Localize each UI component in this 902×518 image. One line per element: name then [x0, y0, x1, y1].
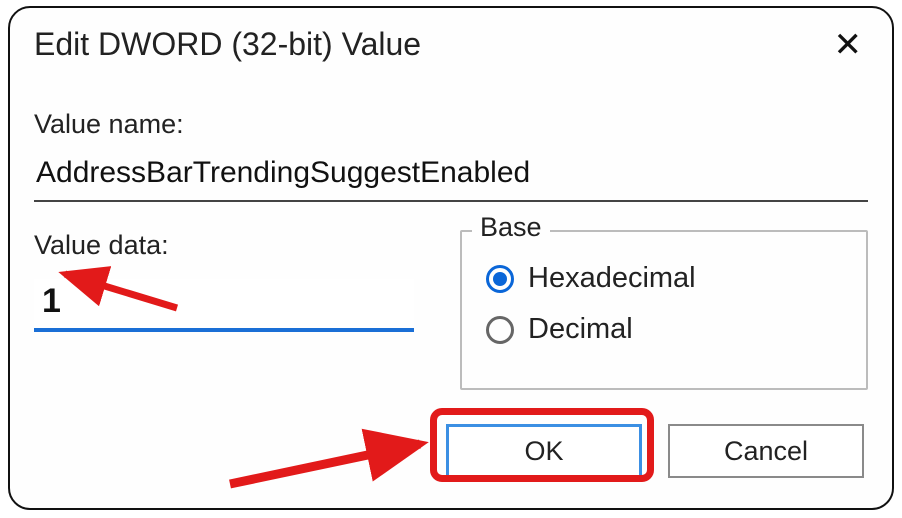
base-groupbox: Base Hexadecimal Decimal	[460, 230, 868, 390]
close-icon[interactable]: ✕	[834, 28, 869, 62]
value-name-field[interactable]: AddressBarTrendingSuggestEnabled	[34, 150, 868, 202]
ok-button[interactable]: OK	[446, 424, 642, 478]
dialog-buttons: OK Cancel	[34, 424, 868, 478]
value-data-label: Value data:	[34, 230, 414, 261]
value-data-input[interactable]	[40, 281, 408, 322]
value-name-label: Value name:	[34, 109, 868, 140]
radio-circle-icon	[486, 316, 514, 344]
dialog-title: Edit DWORD (32-bit) Value	[34, 26, 421, 63]
value-data-field-wrap	[34, 279, 414, 332]
titlebar: Edit DWORD (32-bit) Value ✕	[34, 8, 868, 63]
radio-hex-label: Hexadecimal	[528, 262, 696, 295]
base-legend: Base	[472, 212, 550, 243]
radio-dec-label: Decimal	[528, 313, 633, 346]
edit-dword-dialog: Edit DWORD (32-bit) Value ✕ Value name: …	[8, 6, 894, 510]
cancel-button[interactable]: Cancel	[668, 424, 864, 478]
radio-hexadecimal[interactable]: Hexadecimal	[486, 262, 842, 295]
radio-dot-icon	[486, 265, 514, 293]
radio-decimal[interactable]: Decimal	[486, 313, 842, 346]
